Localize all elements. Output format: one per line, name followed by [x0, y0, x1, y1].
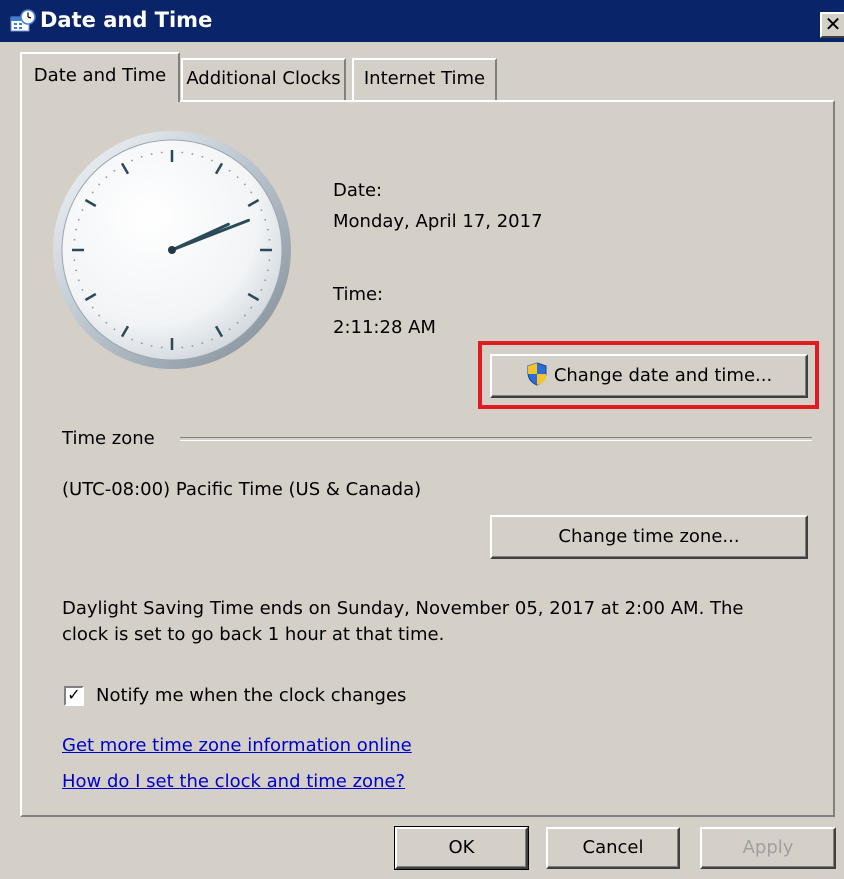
clock-minute-dot	[73, 238, 76, 241]
clock-minute-dot	[264, 218, 267, 221]
apply-button: Apply	[700, 827, 836, 869]
clock-minute-dot	[181, 346, 184, 349]
date-value: Monday, April 17, 2017	[333, 211, 543, 232]
clock-minute-dot	[191, 344, 194, 347]
clock-minute-dot	[266, 228, 269, 231]
clock-minute-dot	[236, 321, 239, 324]
clock-minute-dot	[260, 209, 263, 212]
time-value: 2:11:28 AM	[333, 317, 436, 338]
clock-minute-dot	[266, 269, 269, 272]
clock-minute-dot	[210, 159, 213, 162]
clock-minute-dot	[250, 191, 253, 194]
clock-minute-dot	[210, 338, 213, 341]
clock-minute-dot	[181, 151, 184, 154]
close-icon: ✕	[824, 12, 842, 36]
title-bar[interactable]: Date and Time ✕	[0, 0, 844, 42]
clock-minute-dot	[98, 183, 101, 186]
clock-minute-dot	[81, 288, 84, 291]
clock-minute-dot	[91, 191, 94, 194]
clock-minute-dot	[228, 169, 231, 172]
tab-additional-clocks[interactable]: Additional Clocks	[181, 58, 346, 100]
clock-minute-dot	[91, 306, 94, 309]
date-and-time-window: Date and Time ✕ Date and Time Additional…	[0, 0, 844, 879]
clock-minute-dot	[243, 314, 246, 317]
clock-minute-dot	[75, 228, 78, 231]
clock-minute-dot	[113, 169, 116, 172]
clock-minute-dot	[140, 342, 143, 345]
time-label: Time:	[333, 284, 384, 305]
clock-minute-dot	[150, 344, 153, 347]
cancel-button[interactable]: Cancel	[546, 827, 680, 869]
clock-minute-dot	[268, 259, 271, 262]
clock-minute-dot	[160, 151, 163, 154]
close-button[interactable]: ✕	[820, 12, 844, 38]
highlight-box	[478, 341, 819, 409]
how-to-set-clock-link[interactable]: How do I set the clock and time zone?	[62, 770, 405, 794]
clock-minute-dot	[75, 269, 78, 272]
clock-minute-dot	[260, 288, 263, 291]
clock-minute-dot	[77, 218, 80, 221]
date-label: Date:	[333, 180, 383, 201]
dst-message-line2: clock is set to go back 1 hour at that t…	[62, 624, 445, 645]
clock-minute-dot	[201, 155, 204, 158]
clock-minute-dot	[81, 209, 84, 212]
clock-minute-dot	[250, 306, 253, 309]
clock-minute-dot	[98, 314, 101, 317]
clock-minute-dot	[236, 176, 239, 179]
clock-minute-dot	[140, 155, 143, 158]
clock-minute-dot	[191, 153, 194, 156]
time-zone-heading: Time zone	[62, 428, 155, 449]
notify-label[interactable]: Notify me when the clock changes	[96, 684, 406, 708]
clock-minute-dot	[228, 328, 231, 331]
clock-minute-dot	[131, 159, 134, 162]
tab-internet-time[interactable]: Internet Time	[352, 58, 497, 100]
clock-minute-dot	[268, 238, 271, 241]
window-title: Date and Time	[40, 8, 213, 32]
clock-minute-dot	[105, 321, 108, 324]
clock-minute-dot	[105, 176, 108, 179]
notify-checkbox[interactable]: ✓	[64, 686, 84, 706]
clock-minute-dot	[77, 279, 80, 282]
clock-minute-dot	[243, 183, 246, 186]
clock-minute-dot	[160, 346, 163, 349]
clock-minute-dot	[150, 153, 153, 156]
check-icon: ✓	[67, 685, 81, 704]
tab-date-and-time[interactable]: Date and Time	[20, 52, 180, 102]
ok-button[interactable]: OK	[394, 826, 529, 870]
dst-message-line1: Daylight Saving Time ends on Sunday, Nov…	[62, 598, 744, 619]
time-zone-divider	[180, 437, 812, 441]
change-time-zone-button[interactable]: Change time zone...	[490, 515, 808, 559]
clock-minute-dot	[73, 259, 76, 262]
calendar-clock-icon	[10, 9, 36, 32]
time-zone-value: (UTC-08:00) Pacific Time (US & Canada)	[62, 479, 422, 500]
clock-minute-dot	[201, 342, 204, 345]
clock-center	[168, 246, 176, 254]
more-time-zone-info-link[interactable]: Get more time zone information online	[62, 734, 412, 758]
clock-minute-dot	[264, 279, 267, 282]
clock-minute-dot	[131, 338, 134, 341]
clock-minute-dot	[113, 328, 116, 331]
analog-clock	[53, 131, 291, 369]
